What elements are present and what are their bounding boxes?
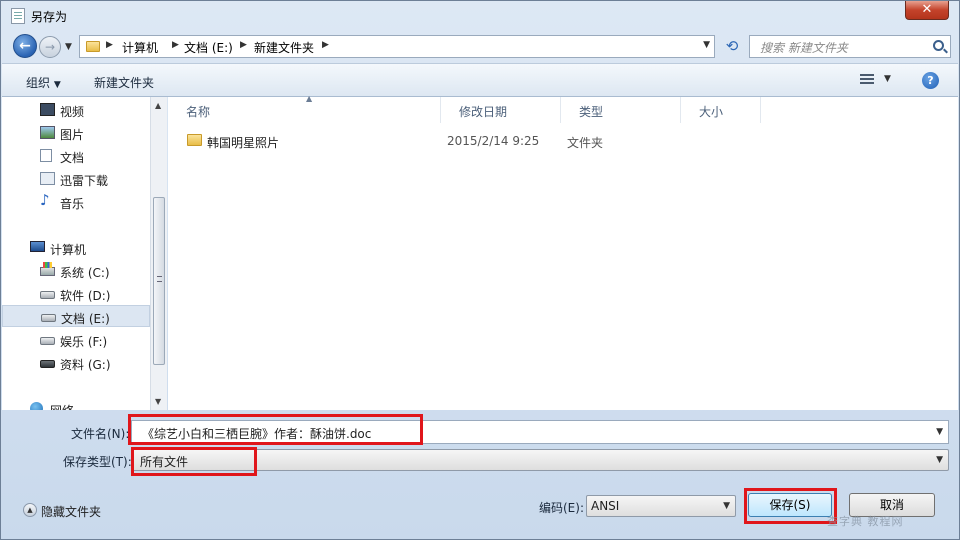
column-header-label: 名称 bbox=[186, 105, 211, 119]
recent-locations-dropdown-icon[interactable]: ▼ bbox=[65, 42, 72, 52]
document-icon bbox=[40, 149, 52, 162]
file-modified: 2015/2/14 9:25 bbox=[447, 134, 540, 148]
navigation-pane: 视频 图片 文档 迅雷下载 音乐 计算机 系统 (C:) 软件 (D:) bbox=[2, 97, 150, 410]
chevron-right-icon[interactable]: ▶ bbox=[172, 40, 179, 50]
nav-item-drive-f[interactable]: 娱乐 (F:) bbox=[2, 329, 150, 351]
file-name: 韩国明星照片 bbox=[207, 136, 280, 150]
nav-item-videos[interactable]: 视频 bbox=[2, 99, 150, 121]
nav-item-drive-c[interactable]: 系统 (C:) bbox=[2, 260, 150, 282]
drive-icon bbox=[41, 314, 56, 322]
organize-label: 组织 bbox=[26, 76, 51, 90]
forward-button[interactable]: → bbox=[39, 36, 61, 58]
highlight-box-filetype bbox=[131, 447, 257, 476]
hide-folders-label: 隐藏文件夹 bbox=[41, 505, 102, 519]
picture-icon bbox=[40, 126, 55, 139]
nav-item-label: 网络 bbox=[50, 402, 74, 410]
drive-icon bbox=[40, 291, 55, 299]
breadcrumb-drive-e[interactable]: 文档 (E:) bbox=[184, 39, 233, 56]
nav-item-label: 软件 (D:) bbox=[60, 289, 111, 303]
filename-label: 文件名(N): bbox=[71, 427, 130, 441]
folder-icon bbox=[86, 41, 100, 52]
nav-item-label: 系统 (C:) bbox=[60, 266, 110, 280]
nav-item-drive-e[interactable]: 文档 (E:) bbox=[2, 305, 150, 327]
window-title: 另存为 bbox=[31, 10, 68, 24]
folder-icon bbox=[187, 134, 202, 146]
search-placeholder: 搜索 新建文件夹 bbox=[760, 41, 848, 55]
column-header-type[interactable]: 类型 bbox=[561, 97, 681, 123]
search-icon[interactable] bbox=[933, 40, 944, 51]
nav-item-label: 文档 bbox=[60, 151, 85, 165]
file-type: 文件夹 bbox=[567, 136, 604, 150]
chevron-down-icon: ▼ bbox=[53, 80, 61, 90]
command-bar: 组织 ▼ 新建文件夹 ▼ ? bbox=[2, 63, 958, 97]
nav-item-drive-g[interactable]: 资料 (G:) bbox=[2, 352, 150, 374]
drive-icon bbox=[40, 360, 55, 368]
chevron-down-icon[interactable]: ▼ bbox=[723, 501, 730, 511]
filetype-label: 保存类型(T): bbox=[63, 455, 132, 469]
nav-item-label: 图片 bbox=[60, 128, 85, 142]
column-header-name[interactable]: 名称 ▲ bbox=[168, 94, 441, 123]
nav-item-music[interactable]: 音乐 bbox=[2, 191, 150, 213]
chevron-right-icon[interactable]: ▶ bbox=[106, 40, 113, 50]
chevron-down-icon[interactable]: ▼ bbox=[884, 74, 891, 84]
save-as-dialog: 另存为 ✕ ← → ▼ ▶ 计算机 ▶ 文档 (E:) ▶ 新建文件夹 ▶ ▼ … bbox=[0, 0, 960, 540]
nav-item-label: 文档 (E:) bbox=[61, 312, 110, 326]
help-icon[interactable]: ? bbox=[922, 72, 939, 89]
nav-item-label: 计算机 bbox=[50, 243, 87, 257]
system-drive-icon bbox=[40, 262, 55, 276]
encoding-value: ANSI bbox=[591, 499, 620, 513]
file-row[interactable]: 韩国明星照片 2015/2/14 9:25 文件夹 bbox=[182, 131, 922, 151]
title-bar[interactable]: 另存为 ✕ bbox=[1, 1, 959, 31]
refresh-button[interactable]: ⟲ bbox=[719, 35, 745, 58]
search-input[interactable]: 搜索 新建文件夹 bbox=[749, 35, 951, 58]
close-button[interactable]: ✕ bbox=[905, 1, 949, 20]
sort-ascending-icon: ▲ bbox=[306, 94, 313, 103]
watermark-text: 查字典 教程网 bbox=[827, 515, 904, 528]
address-dropdown-icon[interactable]: ▼ bbox=[703, 40, 710, 50]
encoding-select[interactable]: ANSI ▼ bbox=[586, 495, 736, 517]
chevron-right-icon[interactable]: ▶ bbox=[240, 40, 247, 50]
nav-item-drive-d[interactable]: 软件 (D:) bbox=[2, 283, 150, 305]
highlight-box-save bbox=[744, 488, 837, 524]
notepad-icon bbox=[11, 8, 25, 24]
highlight-box-filename bbox=[128, 414, 423, 445]
nav-item-thunder-downloads[interactable]: 迅雷下载 bbox=[2, 168, 150, 190]
view-options-icon[interactable] bbox=[860, 74, 874, 86]
download-folder-icon bbox=[40, 172, 55, 185]
nav-item-label: 视频 bbox=[60, 105, 85, 119]
breadcrumb-new-folder[interactable]: 新建文件夹 bbox=[254, 39, 314, 56]
nav-item-pictures[interactable]: 图片 bbox=[2, 122, 150, 144]
chevron-down-icon[interactable]: ▼ bbox=[936, 455, 943, 465]
nav-item-network[interactable]: 网络 bbox=[2, 398, 150, 410]
chevron-up-icon: ▲ bbox=[23, 503, 37, 517]
nav-item-label: 迅雷下载 bbox=[60, 174, 109, 188]
chevron-down-icon[interactable]: ▼ bbox=[936, 427, 943, 437]
video-icon bbox=[40, 103, 55, 116]
column-header-modified[interactable]: 修改日期 bbox=[441, 97, 561, 123]
nav-item-label: 音乐 bbox=[60, 197, 85, 211]
file-list[interactable]: 名称 ▲ 修改日期 类型 大小 韩国明星照片 2015/2/14 9:25 文件… bbox=[168, 94, 958, 410]
computer-icon bbox=[30, 241, 45, 252]
encoding-label: 编码(E): bbox=[539, 501, 584, 515]
grip-icon bbox=[157, 276, 162, 282]
organize-button[interactable]: 组织 ▼ bbox=[26, 74, 61, 91]
back-button[interactable]: ← bbox=[13, 34, 37, 58]
nav-item-documents[interactable]: 文档 bbox=[2, 145, 150, 167]
chevron-right-icon[interactable]: ▶ bbox=[322, 40, 329, 50]
new-folder-button[interactable]: 新建文件夹 bbox=[94, 74, 154, 91]
address-bar[interactable]: ▶ 计算机 ▶ 文档 (E:) ▶ 新建文件夹 ▶ ▼ bbox=[79, 35, 715, 58]
scroll-up-icon[interactable]: ▲ bbox=[155, 101, 161, 110]
breadcrumb-computer[interactable]: 计算机 bbox=[122, 39, 158, 56]
network-icon bbox=[30, 402, 43, 410]
column-header-size[interactable]: 大小 bbox=[681, 97, 761, 123]
scrollbar-thumb[interactable] bbox=[153, 197, 165, 365]
scroll-down-icon[interactable]: ▼ bbox=[155, 397, 161, 406]
nav-item-label: 娱乐 (F:) bbox=[60, 335, 108, 349]
music-icon bbox=[40, 191, 52, 209]
nav-item-label: 资料 (G:) bbox=[60, 358, 111, 372]
nav-scrollbar[interactable]: ▲ ▼ bbox=[150, 97, 167, 410]
nav-item-computer[interactable]: 计算机 bbox=[2, 237, 150, 259]
drive-icon bbox=[40, 337, 55, 345]
